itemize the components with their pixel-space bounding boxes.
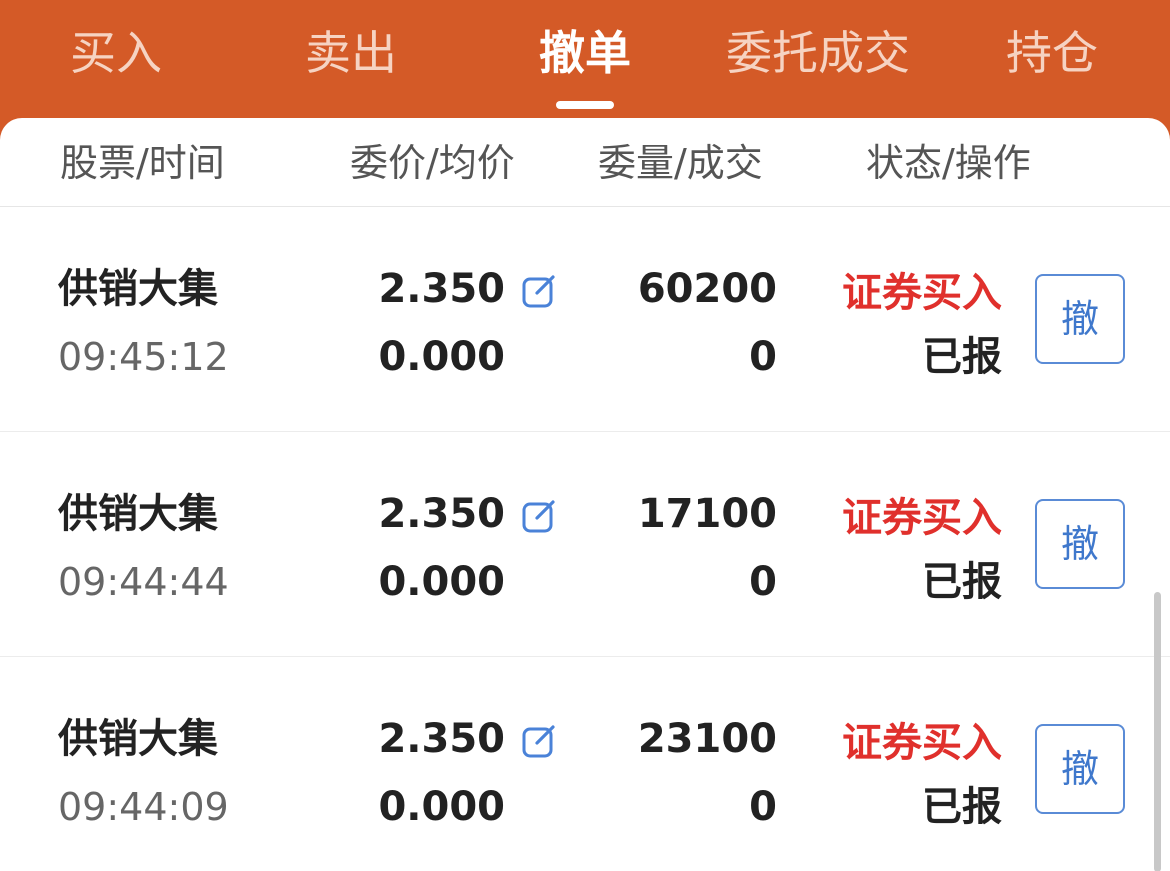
column-price-avg: 委价/均价 [350,141,515,185]
average-price: 0.000 [378,334,505,380]
order-row[interactable]: 供销大集 09:44:44 2.350 0.000 17100 0 证券买入 已… [0,432,1170,657]
order-side: 证券买入 [842,720,1002,766]
tab-orders-trades[interactable]: 委托成交 [718,18,918,88]
filled-quantity: 0 [749,559,777,605]
filled-quantity: 0 [749,334,777,380]
cancel-order-button[interactable]: 撤 [1035,724,1125,814]
order-side: 证券买入 [842,495,1002,541]
column-qty-filled: 委量/成交 [598,141,763,185]
edit-icon[interactable] [520,722,558,760]
tab-buy[interactable]: 买入 [66,18,166,88]
order-price: 2.350 [378,266,505,312]
order-price: 2.350 [378,491,505,537]
order-time: 09:44:44 [58,560,229,604]
scrollbar[interactable] [1154,592,1161,871]
order-row[interactable]: 供销大集 09:45:12 2.350 0.000 60200 0 证券买入 已… [0,207,1170,432]
order-price: 2.350 [378,716,505,762]
order-quantity: 17100 [637,491,777,537]
order-status: 已报 [922,334,1002,380]
order-status: 已报 [922,559,1002,605]
stock-name: 供销大集 [58,716,218,762]
order-time: 09:45:12 [58,335,229,379]
tab-sell[interactable]: 卖出 [301,18,401,88]
column-status-action: 状态/操作 [866,141,1031,185]
order-status: 已报 [922,784,1002,830]
tab-positions[interactable]: 持仓 [1002,18,1102,88]
average-price: 0.000 [378,784,505,830]
stock-name: 供销大集 [58,491,218,537]
filled-quantity: 0 [749,784,777,830]
average-price: 0.000 [378,559,505,605]
edit-icon[interactable] [520,497,558,535]
order-time: 09:44:09 [58,785,229,829]
cancel-order-button[interactable]: 撤 [1035,499,1125,589]
order-quantity: 23100 [637,716,777,762]
column-header-row: 股票/时间 委价/均价 委量/成交 状态/操作 [0,118,1170,207]
order-quantity: 60200 [637,266,777,312]
cancel-order-button[interactable]: 撤 [1035,274,1125,364]
active-tab-indicator [556,101,614,109]
edit-icon[interactable] [520,272,558,310]
order-side: 证券买入 [842,270,1002,316]
order-list-panel: 股票/时间 委价/均价 委量/成交 状态/操作 供销大集 09:45:12 2.… [0,118,1170,871]
trade-tab-bar: 买入 卖出 撤单 委托成交 持仓 [0,0,1170,130]
tab-cancel-order[interactable]: 撤单 [533,18,637,88]
stock-name: 供销大集 [58,266,218,312]
column-stock-time: 股票/时间 [60,141,225,185]
order-row[interactable]: 供销大集 09:44:09 2.350 0.000 23100 0 证券买入 已… [0,657,1170,871]
